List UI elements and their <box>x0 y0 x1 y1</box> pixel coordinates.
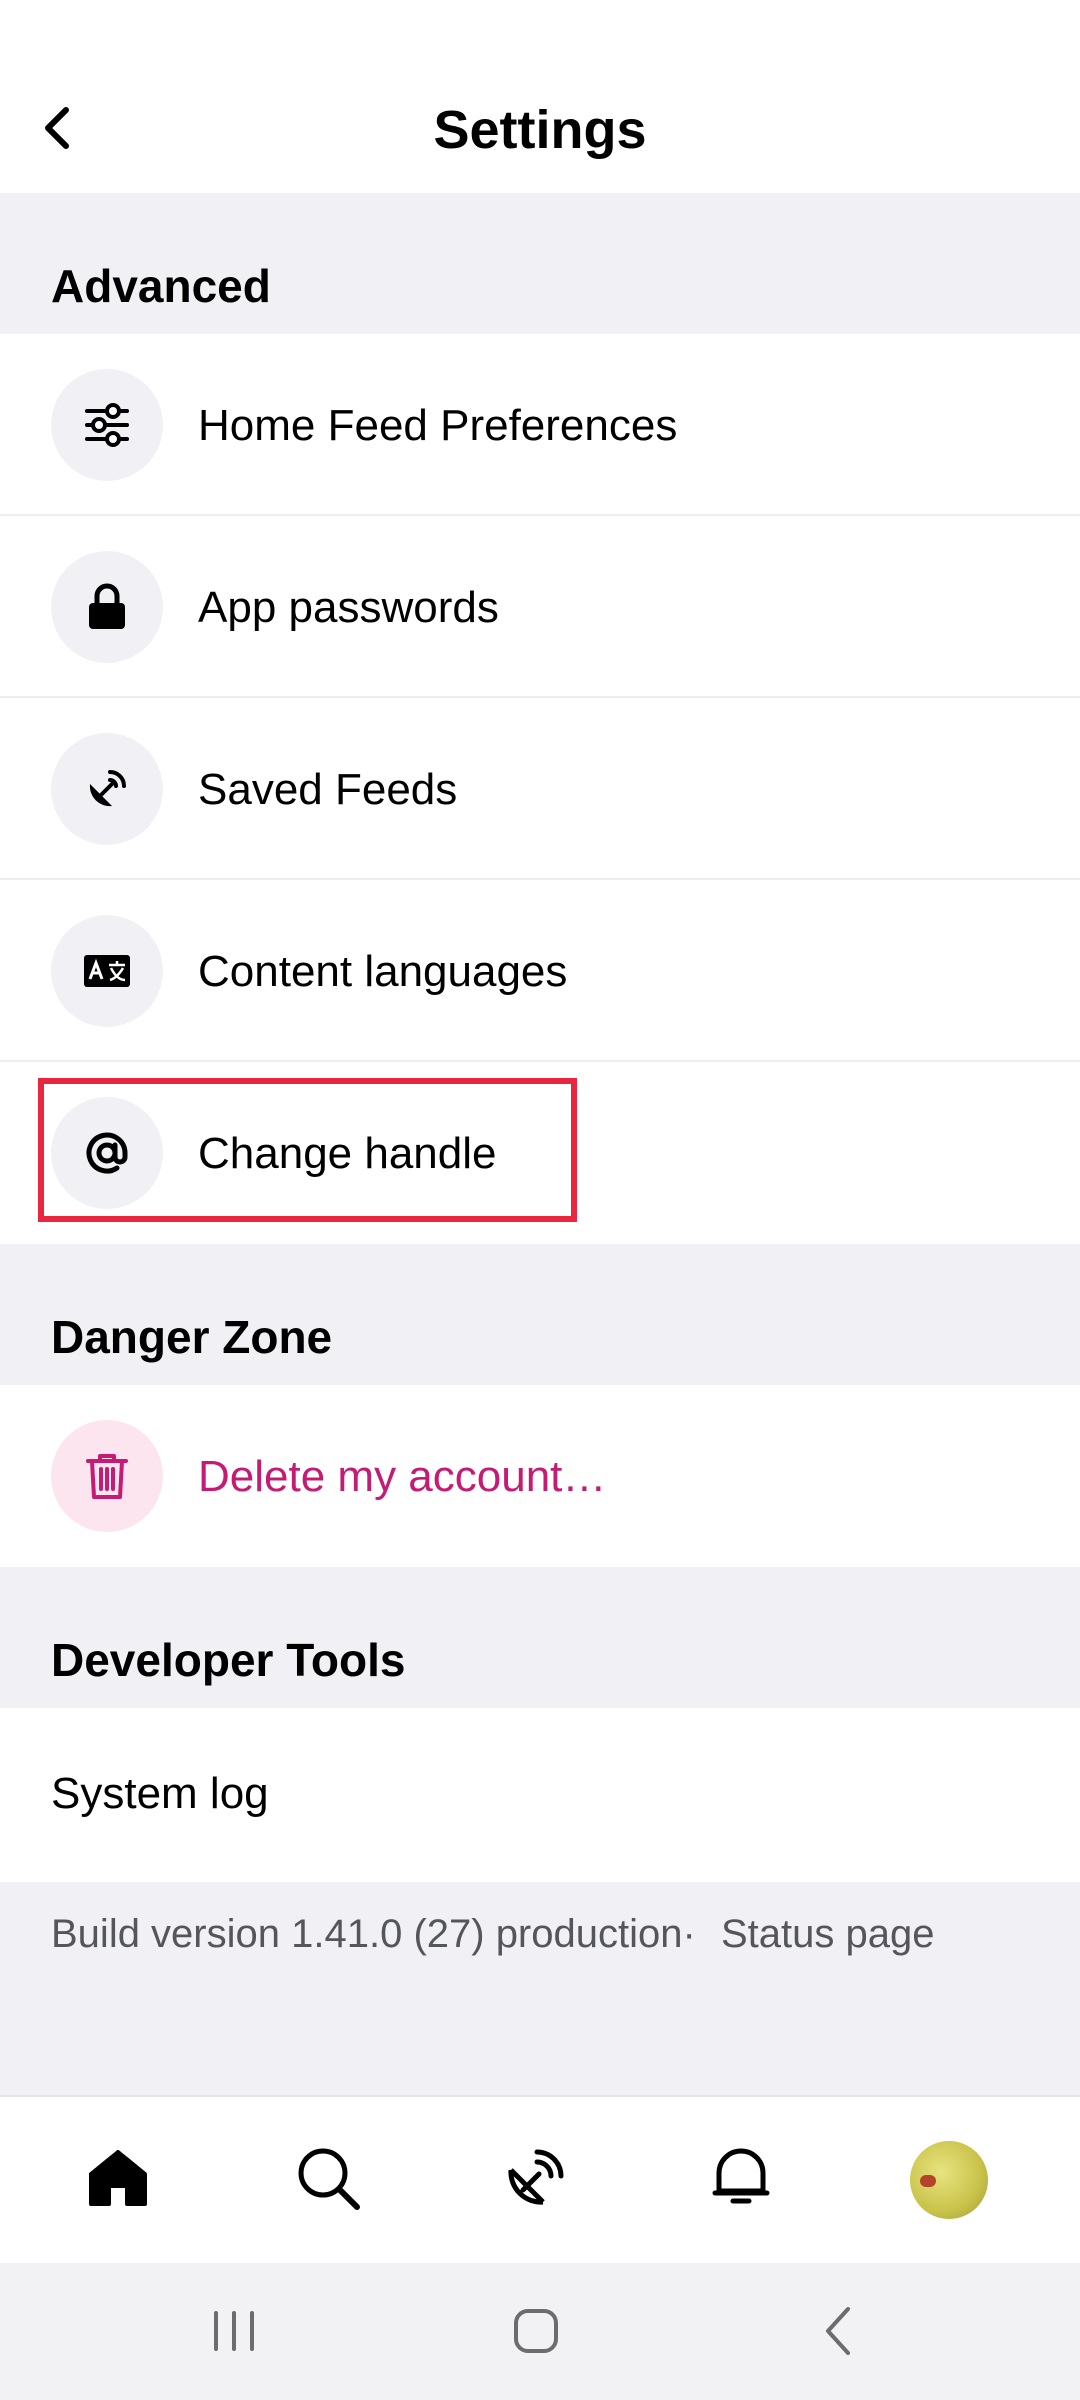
translate-icon <box>51 915 163 1027</box>
section-title: Danger Zone <box>51 1311 333 1363</box>
settings-item-label: System log <box>51 1769 269 1818</box>
satellite-dish-icon <box>51 733 163 845</box>
search-icon <box>295 2145 361 2216</box>
settings-item-label: Saved Feeds <box>198 765 458 814</box>
section-title: Developer Tools <box>51 1634 406 1686</box>
lock-icon <box>51 551 163 663</box>
system-back-button[interactable] <box>798 2303 878 2363</box>
home-icon <box>87 2148 149 2213</box>
status-page-link[interactable]: Status page <box>721 1912 935 1956</box>
settings-item-label: App passwords <box>198 583 499 632</box>
section-header-danger-zone: Danger Zone <box>0 1244 1080 1385</box>
nav-home[interactable] <box>63 2125 173 2235</box>
build-version-text: Build version 1.41.0 (27) production· <box>51 1912 696 1956</box>
system-home-button[interactable] <box>496 2303 576 2363</box>
nav-profile[interactable] <box>894 2125 1004 2235</box>
home-button-icon <box>512 2307 560 2360</box>
recent-apps-icon <box>210 2309 258 2358</box>
settings-item-home-feed-preferences[interactable]: Home Feed Preferences <box>0 334 1080 516</box>
page-title: Settings <box>433 100 647 160</box>
sliders-icon <box>51 369 163 481</box>
nav-feeds[interactable] <box>480 2125 590 2235</box>
settings-item-content-languages[interactable]: Content languages <box>0 880 1080 1062</box>
section-header-advanced: Advanced <box>0 193 1080 334</box>
settings-item-label: Change handle <box>198 1129 497 1178</box>
at-sign-icon <box>51 1097 163 1209</box>
settings-item-system-log[interactable]: System log <box>0 1708 1080 1882</box>
system-navigation-bar <box>0 2263 1080 2400</box>
nav-notifications[interactable] <box>686 2125 796 2235</box>
trash-icon <box>51 1420 163 1532</box>
top-bar: Settings <box>0 0 1080 193</box>
system-back-icon <box>820 2305 856 2362</box>
settings-item-label: Home Feed Preferences <box>198 401 678 450</box>
settings-item-label: Delete my account… <box>198 1452 607 1501</box>
build-info: Build version 1.41.0 (27) production· St… <box>51 1906 934 1962</box>
settings-item-change-handle[interactable]: Change handle <box>0 1062 1080 1244</box>
profile-avatar <box>910 2141 988 2219</box>
feeds-icon <box>501 2144 569 2217</box>
section-header-developer-tools: Developer Tools <box>0 1567 1080 1708</box>
section-title: Advanced <box>51 260 271 312</box>
notifications-icon <box>711 2145 771 2216</box>
recent-apps-button[interactable] <box>194 2303 274 2363</box>
nav-search[interactable] <box>273 2125 383 2235</box>
settings-item-app-passwords[interactable]: App passwords <box>0 516 1080 698</box>
bottom-navigation <box>0 2095 1080 2265</box>
settings-item-delete-account[interactable]: Delete my account… <box>0 1385 1080 1567</box>
settings-item-label: Content languages <box>198 947 568 996</box>
settings-item-saved-feeds[interactable]: Saved Feeds <box>0 698 1080 880</box>
